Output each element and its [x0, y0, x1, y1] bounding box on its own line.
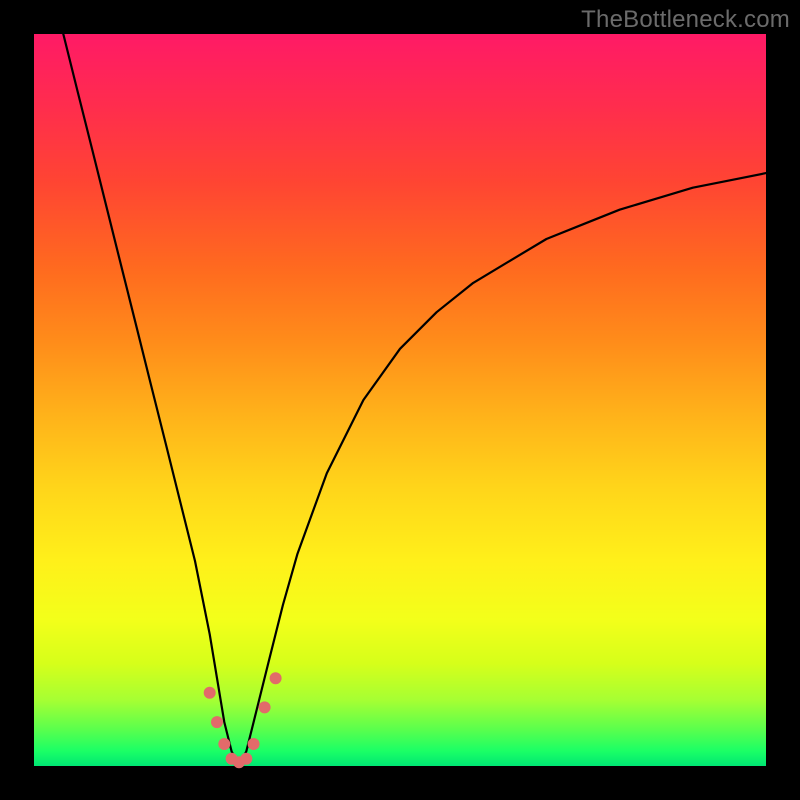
watermark-text: TheBottleneck.com	[581, 6, 790, 34]
bottleneck-curve	[63, 34, 766, 766]
curve-markers	[204, 672, 282, 768]
plot-area	[34, 34, 766, 766]
curve-marker	[259, 701, 271, 713]
curve-marker	[218, 738, 230, 750]
curve-marker	[204, 687, 216, 699]
chart-frame: TheBottleneck.com	[0, 0, 800, 800]
curve-marker	[248, 738, 260, 750]
curve-marker	[270, 672, 282, 684]
curve-marker	[240, 753, 252, 765]
curve-svg	[34, 34, 766, 766]
curve-marker	[211, 716, 223, 728]
